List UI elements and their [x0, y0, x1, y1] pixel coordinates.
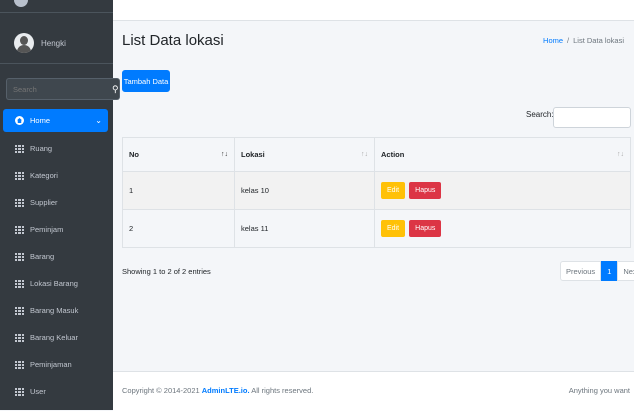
- sidebar-item-ruang[interactable]: Ruang: [3, 135, 108, 162]
- breadcrumb: Home / List Data lokasi: [543, 36, 624, 45]
- table-icon: [15, 306, 24, 315]
- cell-action: Edit Hapus: [374, 209, 631, 248]
- sidebar-item-kategori[interactable]: Kategori: [3, 162, 108, 189]
- sidebar-item-label: Home: [30, 116, 51, 125]
- sidebar-item-label: Peminjam: [30, 225, 64, 234]
- sort-icon: ↑↓: [361, 151, 368, 158]
- sidebar-item-supplier[interactable]: Supplier: [3, 189, 108, 216]
- cell-no: 1: [122, 171, 235, 210]
- footer-copyright: Copyright © 2014-2021 AdminLTE.io. All r…: [122, 386, 313, 395]
- column-header-action[interactable]: Action ↑↓: [374, 137, 631, 172]
- sidebar-item-label: Peminjaman: [30, 360, 72, 369]
- table-icon: [15, 225, 24, 234]
- table-header-row: No ↑↓ Lokasi ↑↓ Action ↑↓: [122, 137, 631, 172]
- table-icon: [15, 333, 24, 342]
- data-table: No ↑↓ Lokasi ↑↓ Action ↑↓ 1 kelas 10 Edit H…: [122, 137, 631, 248]
- sidebar-item-label: User: [30, 387, 46, 396]
- column-label: Action: [381, 150, 405, 159]
- sidebar-item-peminjam[interactable]: Peminjam: [3, 216, 108, 243]
- sidebar-item-label: Barang: [30, 252, 55, 261]
- user-panel[interactable]: Hengki: [0, 23, 113, 64]
- sidebar-item-label: Lokasi Barang: [30, 279, 78, 288]
- sidebar-search-input[interactable]: [6, 78, 112, 100]
- breadcrumb-separator: /: [567, 36, 570, 45]
- sort-asc-icon: ↑↓: [221, 151, 228, 158]
- cell-lokasi: kelas 10: [234, 171, 375, 210]
- sidebar-item-label: Kategori: [30, 171, 58, 180]
- page-title: List Data lokasi: [122, 32, 224, 49]
- column-header-lokasi[interactable]: Lokasi ↑↓: [234, 137, 375, 172]
- column-label: Lokasi: [241, 150, 265, 159]
- table-icon: [15, 252, 24, 261]
- table-icon: [15, 279, 24, 288]
- content-header: List Data lokasi Home / List Data lokasi: [122, 32, 624, 56]
- edit-button[interactable]: Edit: [381, 220, 406, 237]
- add-data-button[interactable]: Tambah Data: [122, 70, 170, 92]
- table-info: Showing 1 to 2 of 2 entries: [122, 267, 211, 276]
- table-icon: [15, 171, 24, 180]
- cell-action: Edit Hapus: [374, 171, 631, 210]
- sidebar-item-label: Barang Keluar: [30, 333, 78, 342]
- table-row: 2 kelas 11 Edit Hapus: [122, 209, 631, 248]
- footer-right-text: Anything you want: [568, 386, 630, 395]
- pagination-next[interactable]: Next: [617, 261, 634, 281]
- table-icon: [15, 198, 24, 207]
- sidebar-item-home[interactable]: Home ⌄: [3, 109, 108, 132]
- table-icon: [15, 360, 24, 369]
- sidebar-search: ⚲: [6, 78, 120, 100]
- pagination-previous[interactable]: Previous: [560, 261, 602, 281]
- sidebar-item-label: Supplier: [30, 198, 58, 207]
- cell-lokasi: kelas 11: [234, 209, 375, 248]
- user-name[interactable]: Hengki: [41, 39, 66, 48]
- table-search-label: Search:: [526, 110, 554, 119]
- table-icon: [15, 144, 24, 153]
- table-row: 1 kelas 10 Edit Hapus: [122, 171, 631, 210]
- sidebar-item-barang-keluar[interactable]: Barang Keluar: [3, 324, 108, 351]
- sidebar: Hengki ⚲ Home ⌄ Ruang Kategori Supplier …: [0, 0, 120, 410]
- table-icon: [15, 387, 24, 396]
- sidebar-item-barang-masuk[interactable]: Barang Masuk: [3, 297, 108, 324]
- sidebar-item-label: Barang Masuk: [30, 306, 79, 315]
- avatar[interactable]: [14, 33, 34, 53]
- sidebar-item-peminjaman[interactable]: Peminjaman: [3, 351, 108, 378]
- sidebar-nav: Home ⌄ Ruang Kategori Supplier Peminjam …: [0, 109, 113, 405]
- sidebar-item-label: Ruang: [30, 144, 53, 153]
- sort-icon: ↑↓: [617, 151, 624, 158]
- cell-no: 2: [122, 209, 235, 248]
- footer-rights: All rights reserved.: [251, 386, 314, 395]
- top-navbar: [113, 0, 634, 21]
- sidebar-item-user[interactable]: User: [3, 378, 108, 405]
- pagination-page-1[interactable]: 1: [601, 261, 618, 281]
- brand-logo[interactable]: [14, 0, 28, 7]
- column-header-no[interactable]: No ↑↓: [122, 137, 235, 172]
- chevron-down-icon: ⌄: [95, 116, 102, 125]
- breadcrumb-home-link[interactable]: Home: [543, 36, 563, 45]
- breadcrumb-current: List Data lokasi: [573, 36, 624, 45]
- home-icon: [15, 116, 24, 125]
- sidebar-item-barang[interactable]: Barang: [3, 243, 108, 270]
- edit-button[interactable]: Edit: [381, 182, 406, 199]
- delete-button[interactable]: Hapus: [409, 182, 442, 199]
- column-label: No: [129, 150, 139, 159]
- brand-strip: [0, 0, 113, 13]
- pagination: Previous 1 Next: [560, 261, 634, 281]
- delete-button[interactable]: Hapus: [409, 220, 442, 237]
- sidebar-item-lokasi-barang[interactable]: Lokasi Barang: [3, 270, 108, 297]
- search-icon[interactable]: ⚲: [112, 78, 120, 100]
- copyright-prefix: Copyright © 2014-2021: [122, 386, 200, 395]
- footer-brand-link[interactable]: AdminLTE.io.: [202, 386, 250, 395]
- footer: Copyright © 2014-2021 AdminLTE.io. All r…: [113, 371, 634, 411]
- table-search-input[interactable]: [553, 107, 631, 128]
